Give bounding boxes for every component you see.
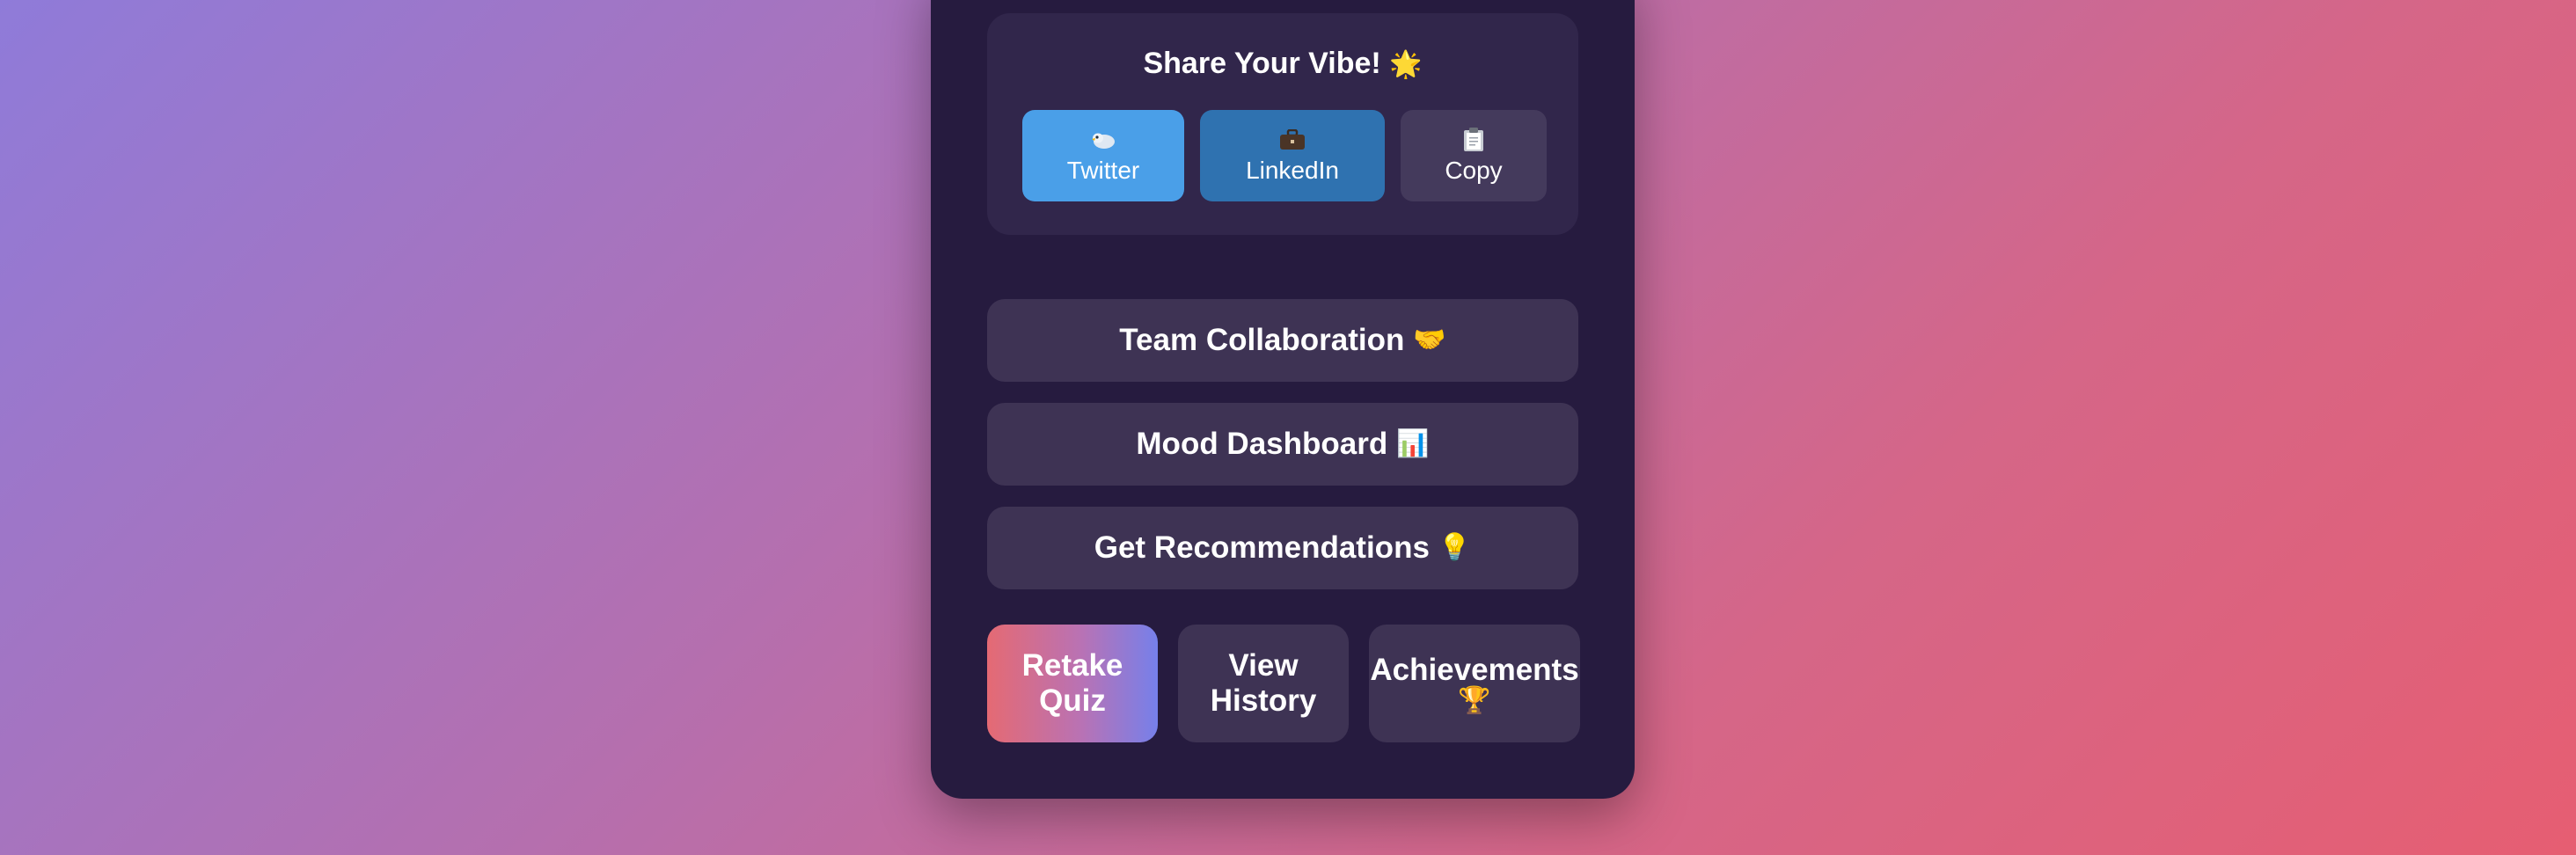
linkedin-label: LinkedIn: [1246, 157, 1339, 184]
history-line2: History: [1210, 683, 1317, 718]
achievements-label: Achievements: [1370, 653, 1579, 687]
history-line1: View: [1228, 648, 1299, 683]
copy-label: Copy: [1445, 157, 1503, 184]
mood-dashboard-label: Mood Dashboard: [1136, 427, 1388, 461]
main-card: Share Your Vibe! 🌟 Twitter LinkedIn Copy…: [931, 0, 1635, 799]
view-history-button[interactable]: View History: [1178, 625, 1349, 742]
share-title: Share Your Vibe! 🌟: [987, 48, 1578, 78]
share-buttons: Twitter LinkedIn Copy: [1022, 110, 1547, 201]
bird-icon: [1090, 127, 1116, 153]
star-icon: 🌟: [1389, 50, 1423, 79]
clipboard-icon: [1463, 127, 1484, 153]
retake-line2: Quiz: [1039, 683, 1106, 718]
achievements-button[interactable]: Achievements 🏆: [1369, 625, 1580, 742]
bar-chart-icon: 📊: [1396, 429, 1430, 458]
twitter-share-button[interactable]: Twitter: [1022, 110, 1184, 201]
copy-button[interactable]: Copy: [1401, 110, 1547, 201]
linkedin-share-button[interactable]: LinkedIn: [1200, 110, 1385, 201]
briefcase-icon: [1279, 127, 1306, 153]
twitter-label: Twitter: [1066, 157, 1140, 184]
get-recommendations-label: Get Recommendations: [1094, 530, 1430, 565]
team-collaboration-button[interactable]: Team Collaboration 🤝: [987, 299, 1578, 382]
mood-dashboard-button[interactable]: Mood Dashboard 📊: [987, 403, 1578, 486]
get-recommendations-button[interactable]: Get Recommendations 💡: [987, 507, 1578, 589]
handshake-icon: 🤝: [1413, 325, 1446, 354]
retake-quiz-button[interactable]: Retake Quiz: [987, 625, 1158, 742]
share-title-text: Share Your Vibe!: [1143, 47, 1381, 80]
retake-line1: Retake: [1021, 648, 1123, 683]
trophy-icon: 🏆: [1458, 686, 1491, 715]
share-panel: Share Your Vibe! 🌟 Twitter LinkedIn Copy: [987, 13, 1578, 235]
team-collaboration-label: Team Collaboration: [1119, 323, 1405, 357]
lightbulb-icon: 💡: [1438, 533, 1472, 562]
